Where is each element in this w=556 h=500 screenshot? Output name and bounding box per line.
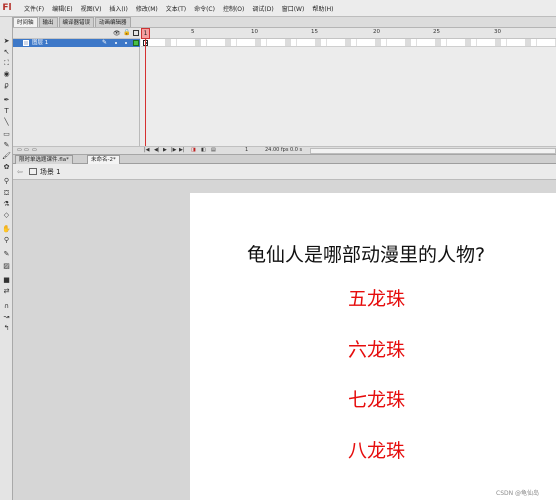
last-frame-icon[interactable]: ▶|: [179, 147, 185, 154]
current-frame: 1: [245, 147, 249, 153]
pencil-icon: ✎: [102, 39, 108, 46]
first-frame-icon[interactable]: |◀: [144, 147, 150, 154]
lock-dot[interactable]: [125, 42, 127, 44]
menu-text[interactable]: 文本(T): [162, 4, 190, 13]
frame-ruler: 5 10 15 20 25 30: [141, 28, 556, 39]
ruler-label-30: 30: [494, 29, 501, 35]
hand-tool-icon[interactable]: ✋: [1, 225, 12, 234]
menu-edit[interactable]: 编辑(E): [48, 4, 76, 13]
timeline-status-bar: ▭ ▭ ▭ |◀ ◀| ▶ |▶ ▶| ◨ ◧ ▤ 1 24.00 fps 0.…: [13, 146, 556, 154]
menu-window[interactable]: 窗口(W): [278, 4, 309, 13]
answer-option-2[interactable]: 六龙珠: [348, 335, 405, 362]
ruler-label-15: 15: [311, 29, 318, 35]
elapsed-time: 0.0 s: [290, 147, 303, 153]
outline-color-box[interactable]: [133, 40, 139, 46]
play-icon[interactable]: ▶: [163, 147, 167, 154]
new-folder-icon[interactable]: ▭: [24, 147, 29, 154]
timeline-panel: 👁 🔒 图层 1 ✎ 5 10 15 20 25 30 1 ▭ ▭ ▭ |◀ ◀…: [13, 28, 556, 154]
menu-file[interactable]: 文件(F): [20, 4, 48, 13]
zoom-tool-icon[interactable]: ⚲: [1, 236, 12, 245]
answer-option-4[interactable]: 八龙珠: [348, 436, 405, 463]
layer-header: 👁 🔒: [13, 28, 140, 39]
deco-tool-icon[interactable]: ✿: [1, 163, 12, 172]
prev-frame-icon[interactable]: ◀|: [154, 147, 160, 154]
subselection-tool-icon[interactable]: ↖: [1, 48, 12, 57]
menu-help[interactable]: 帮助(H): [308, 4, 337, 13]
text-tool-icon[interactable]: T: [1, 107, 12, 116]
new-layer-icon[interactable]: ▭: [17, 147, 22, 154]
eraser-tool-icon[interactable]: ◇: [1, 211, 12, 220]
swap-colors-icon[interactable]: ⇄: [1, 287, 12, 296]
menu-modify[interactable]: 修改(M): [132, 4, 162, 13]
edit-multiple-icon[interactable]: ▤: [211, 147, 216, 154]
menu-control[interactable]: 控制(O): [219, 4, 248, 13]
tab-timeline[interactable]: 时间轴: [13, 17, 38, 27]
ruler-label-20: 20: [373, 29, 380, 35]
eye-icon[interactable]: 👁: [113, 30, 121, 37]
visibility-dot[interactable]: [115, 42, 117, 44]
snap-icon[interactable]: ∩: [1, 302, 12, 311]
lasso-tool-icon[interactable]: ϼ: [1, 81, 12, 90]
layers-area: 👁 🔒 图层 1 ✎: [13, 28, 140, 146]
frames-row[interactable]: [141, 39, 556, 47]
menu-debug[interactable]: 调试(D): [248, 4, 277, 13]
playhead[interactable]: 1: [141, 28, 150, 39]
3d-rotation-icon[interactable]: ◉: [1, 70, 12, 79]
doc-tab-untitled[interactable]: 未命名-2*: [87, 155, 120, 164]
scene-icon: [28, 168, 37, 175]
question-text[interactable]: 龟仙人是哪部动漫里的人物?: [247, 240, 485, 267]
eyedropper-icon[interactable]: ⚗: [1, 200, 12, 209]
tab-output[interactable]: 输出: [38, 17, 58, 27]
frames-area: 5 10 15 20 25 30 1: [141, 28, 556, 146]
lock-icon[interactable]: 🔒: [123, 29, 130, 36]
ruler-label-10: 10: [251, 29, 258, 35]
menu-view[interactable]: 视图(V): [77, 4, 106, 13]
paint-bucket-icon[interactable]: ⛋: [1, 189, 12, 198]
flash-logo: Fl: [2, 3, 12, 13]
rectangle-tool-icon[interactable]: ▭: [1, 130, 12, 139]
black-white-icon[interactable]: ■: [1, 276, 12, 285]
pen-tool-icon[interactable]: ✒: [1, 96, 12, 105]
ruler-label-5: 5: [191, 29, 195, 35]
tab-compiler-errors[interactable]: 编译器错误: [58, 17, 95, 27]
layer-row[interactable]: 图层 1 ✎: [13, 39, 140, 47]
back-arrow-icon[interactable]: ⇦: [17, 168, 23, 176]
stroke-color-icon[interactable]: ✎: [1, 250, 12, 259]
doc-tab-quiz[interactable]: 限时单选题课件.fla*: [15, 155, 73, 164]
menu-insert[interactable]: 插入(I): [105, 4, 131, 13]
menubar: Fl 文件(F) 编辑(E) 视图(V) 插入(I) 修改(M) 文本(T) 命…: [0, 0, 556, 17]
ruler-label-25: 25: [433, 29, 440, 35]
smooth-icon[interactable]: ↝: [1, 313, 12, 322]
scene-label[interactable]: 场景 1: [40, 167, 61, 177]
straighten-icon[interactable]: ↰: [1, 324, 12, 333]
tools-panel: ➤ ↖ ⛶ ◉ ϼ ✒ T ╲ ▭ ✎ 🖌 ✿ ⚲ ⛋ ⚗ ◇ ✋ ⚲ ✎ ▨ …: [0, 17, 13, 500]
bone-tool-icon[interactable]: ⚲: [1, 177, 12, 186]
menu-commands[interactable]: 命令(C): [190, 4, 219, 13]
breadcrumb: ⇦ 场景 1: [13, 164, 556, 180]
answer-option-1[interactable]: 五龙珠: [348, 284, 405, 311]
line-tool-icon[interactable]: ╲: [1, 118, 12, 127]
onion-outline-icon[interactable]: ◧: [201, 147, 206, 154]
tab-motion-editor[interactable]: 动画编辑器: [95, 17, 131, 27]
outline-icon[interactable]: [133, 30, 139, 36]
onion-skin-icon[interactable]: ◨: [191, 147, 196, 154]
panel-tabs: 时间轴 输出 编译器错误 动画编辑器: [13, 17, 556, 28]
document-tabs: 限时单选题课件.fla* 未命名-2*: [13, 154, 556, 164]
stage-canvas[interactable]: 龟仙人是哪部动漫里的人物? 五龙珠 六龙珠 七龙珠 八龙珠: [190, 193, 556, 500]
playhead-line: [145, 39, 146, 146]
brush-tool-icon[interactable]: 🖌: [1, 152, 12, 161]
pencil-tool-icon[interactable]: ✎: [1, 141, 12, 150]
fill-color-icon[interactable]: ▨: [1, 262, 12, 271]
next-frame-icon[interactable]: |▶: [171, 147, 177, 154]
answer-option-3[interactable]: 七龙珠: [348, 385, 405, 412]
free-transform-icon[interactable]: ⛶: [1, 59, 12, 68]
layer-icon: [23, 40, 29, 46]
layer-name[interactable]: 图层 1: [32, 39, 48, 47]
selection-tool-icon[interactable]: ➤: [1, 37, 12, 46]
frame-rate[interactable]: 24.00 fps: [265, 147, 288, 154]
watermark: CSDN @龟仙岛: [496, 490, 540, 497]
delete-layer-icon[interactable]: ▭: [32, 147, 37, 154]
